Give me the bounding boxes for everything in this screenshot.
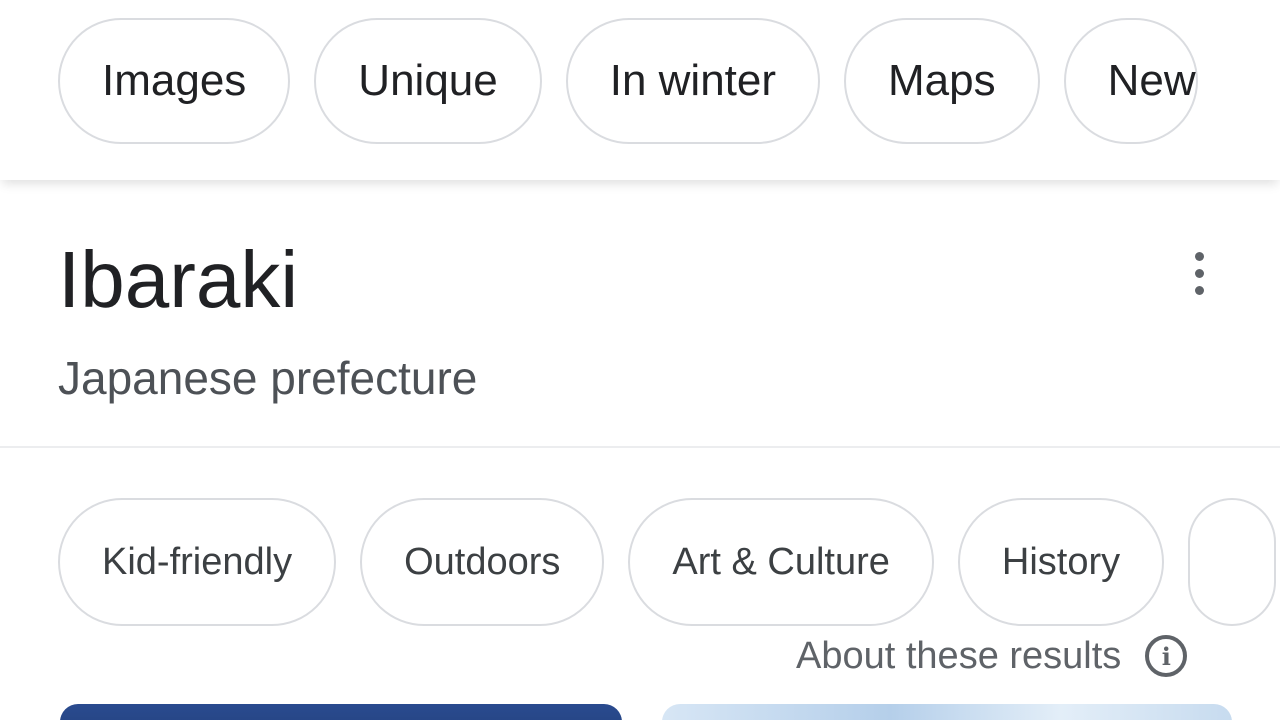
more-dot (1194, 285, 1204, 295)
chip-art-culture[interactable]: Art & Culture (628, 498, 934, 626)
about-results[interactable]: About these results i (796, 628, 1188, 684)
search-results-page: Images Unique In winter Maps New Ibaraki… (0, 0, 1280, 720)
chip-outdoors[interactable]: Outdoors (360, 498, 605, 626)
result-image-card[interactable] (662, 704, 1232, 720)
chip-next-partial[interactable] (1188, 498, 1277, 626)
category-chip-row: Kid-friendly Outdoors Art & Culture Hist… (58, 498, 1277, 626)
section-divider (0, 446, 1280, 448)
more-vert-icon[interactable] (1172, 246, 1226, 300)
more-dot (1194, 251, 1204, 261)
search-chip-bar: Images Unique In winter Maps New (0, 0, 1280, 180)
chip-in-winter[interactable]: In winter (565, 18, 821, 144)
chip-images[interactable]: Images (58, 18, 291, 144)
entity-title: Ibaraki (58, 235, 299, 324)
more-dot (1194, 268, 1204, 278)
chip-new[interactable]: New (1063, 18, 1198, 144)
chip-maps[interactable]: Maps (844, 18, 1040, 144)
chip-history[interactable]: History (957, 498, 1165, 626)
result-image-card[interactable] (60, 704, 622, 720)
chip-unique[interactable]: Unique (314, 18, 542, 144)
entity-subtitle: Japanese prefecture (58, 352, 478, 404)
chip-kid-friendly[interactable]: Kid-friendly (58, 498, 337, 626)
about-results-label: About these results (796, 634, 1122, 677)
info-icon[interactable]: i (1145, 635, 1188, 677)
search-chip-row: Images Unique In winter Maps New (58, 18, 1198, 144)
